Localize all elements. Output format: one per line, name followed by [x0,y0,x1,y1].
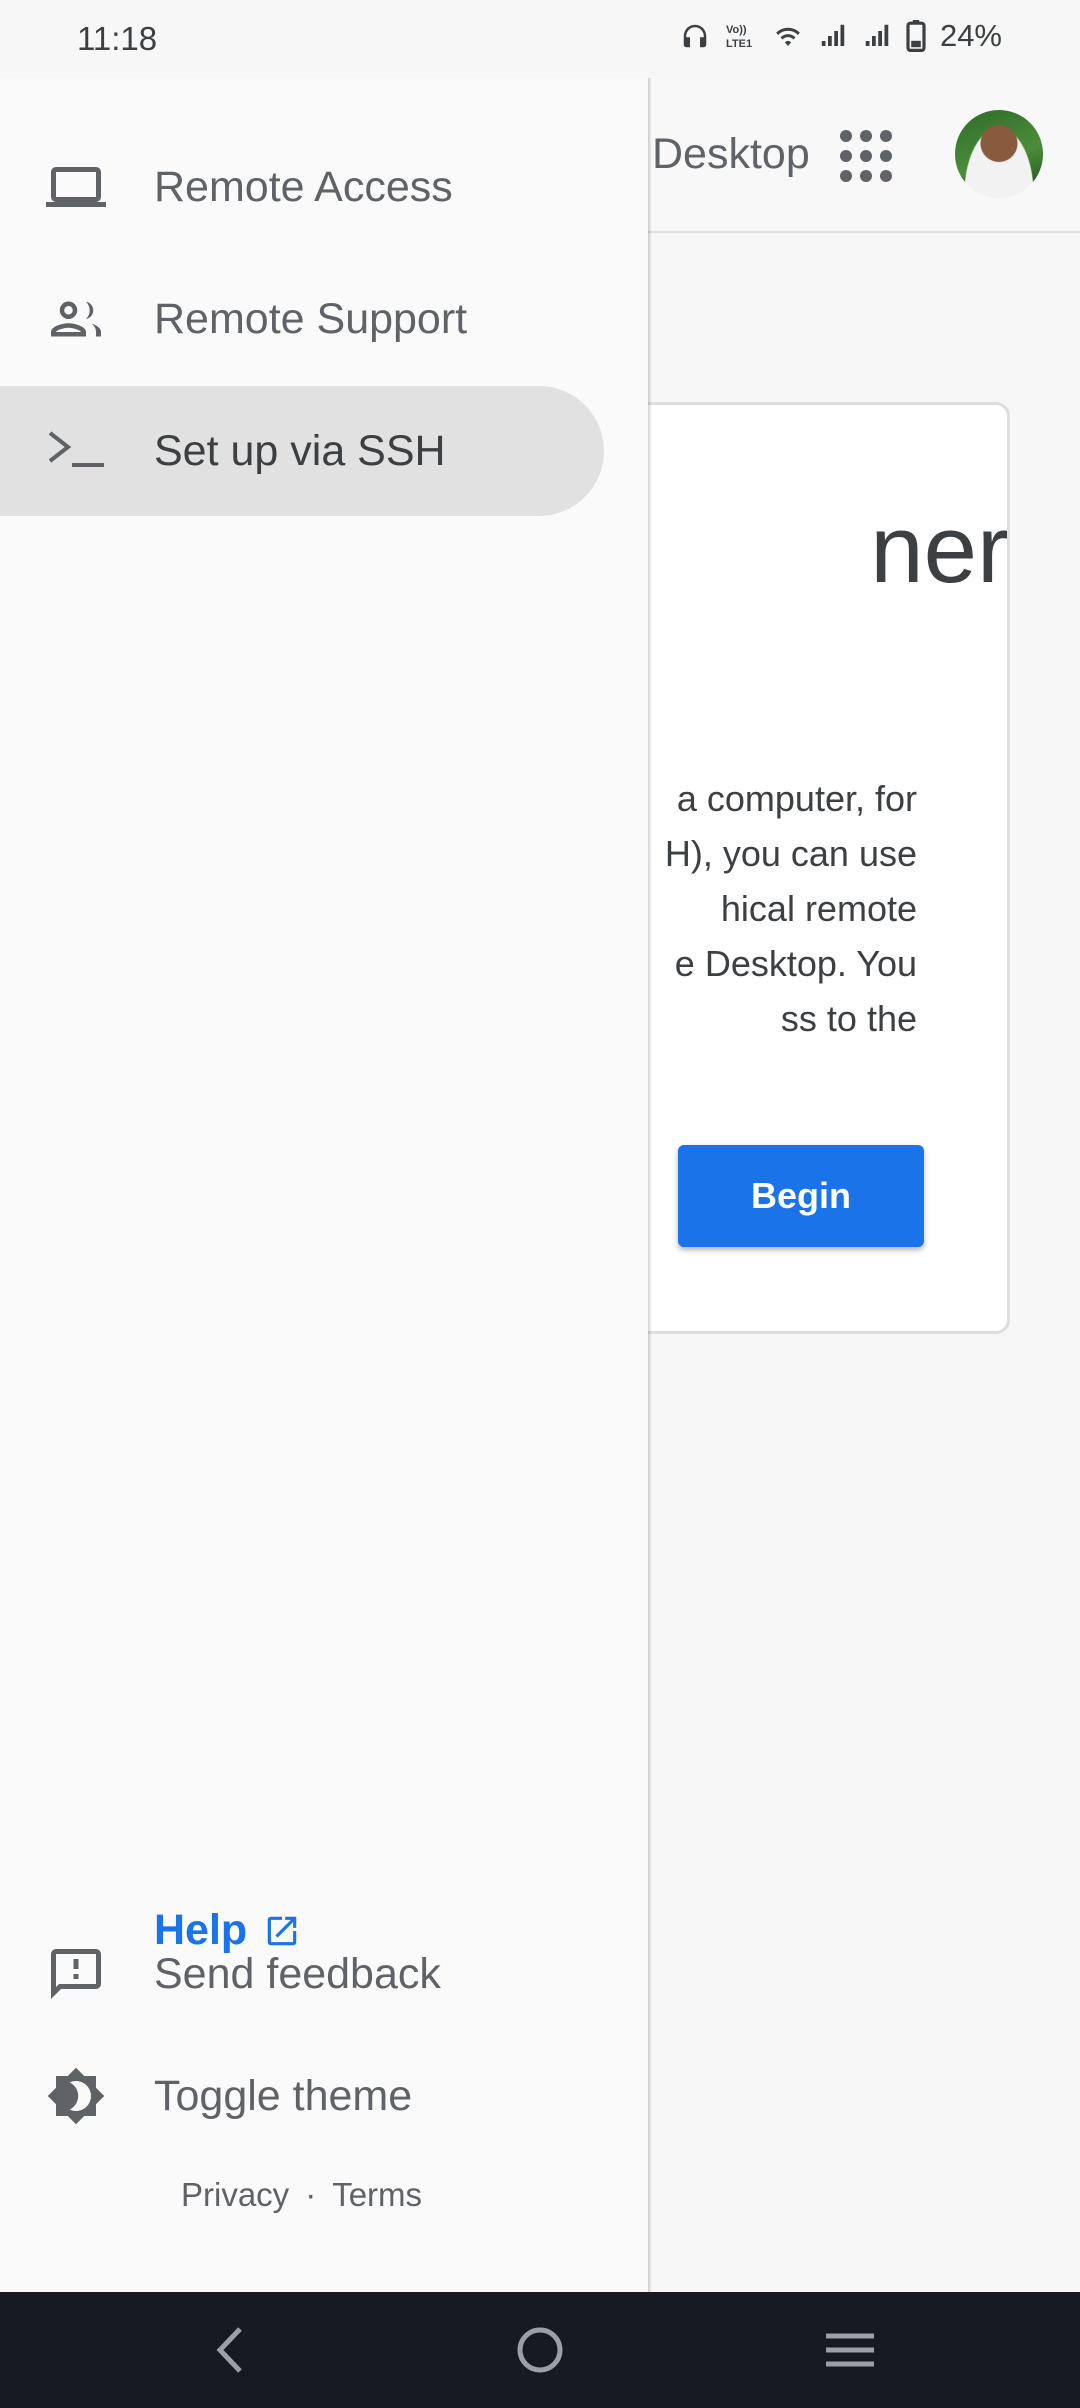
menu-icon [826,2333,874,2367]
volte-icon: Vo)) LTE1 [726,24,752,50]
drawer-shadow [648,78,652,2292]
footer-separator: · [305,2176,317,2213]
avatar[interactable] [955,110,1043,198]
app-title: Desktop [652,130,810,178]
footer-links: Privacy · Terms [181,2176,422,2214]
nav-label-remote-access: Remote Access [154,162,453,211]
wifi-icon [776,27,800,46]
terminal-icon [46,421,106,481]
privacy-link[interactable]: Privacy [181,2176,289,2214]
svg-text:Vo)): Vo)) [726,24,747,36]
nav-item-remote-access[interactable]: Remote Access [0,122,604,252]
nav-label-setup-ssh: Set up via SSH [154,426,446,475]
home-button[interactable] [470,2292,610,2408]
laptop-icon [46,157,106,217]
card-heading: ner [870,496,1009,603]
brightness-icon [46,2066,106,2126]
nav-label-remote-support: Remote Support [154,294,468,343]
apps-grid-icon[interactable] [840,130,892,182]
toggle-theme-item[interactable]: Toggle theme [0,2046,604,2146]
feedback-icon [46,1944,106,2004]
signal-2-icon [865,24,889,46]
people-icon [46,289,106,349]
signal-1-icon [821,24,845,46]
system-nav-bar [0,2292,1080,2408]
status-icons: Vo)) LTE1 24% [680,18,1002,54]
svg-text:LTE1: LTE1 [726,38,752,50]
nav-item-setup-ssh[interactable]: Set up via SSH [0,386,604,516]
status-time: 11:18 [77,20,158,57]
back-button[interactable] [160,2292,300,2408]
back-icon [216,2327,242,2373]
navigation-drawer: Remote Access Remote Support Set up via … [0,78,648,2292]
home-icon [517,2327,563,2373]
battery-icon [906,20,926,52]
recents-button[interactable] [780,2292,920,2408]
battery-percent: 24% [939,18,1002,53]
headphones-icon [683,24,707,48]
begin-button[interactable]: Begin [678,1145,924,1247]
status-bar: 11:18 Vo)) LTE1 24% [0,0,1080,78]
send-feedback-item[interactable]: Send feedback [0,1924,604,2024]
toggle-theme-label: Toggle theme [154,2072,413,2120]
nav-item-remote-support[interactable]: Remote Support [0,254,604,384]
send-feedback-label: Send feedback [154,1950,441,1998]
terms-link[interactable]: Terms [332,2176,422,2214]
